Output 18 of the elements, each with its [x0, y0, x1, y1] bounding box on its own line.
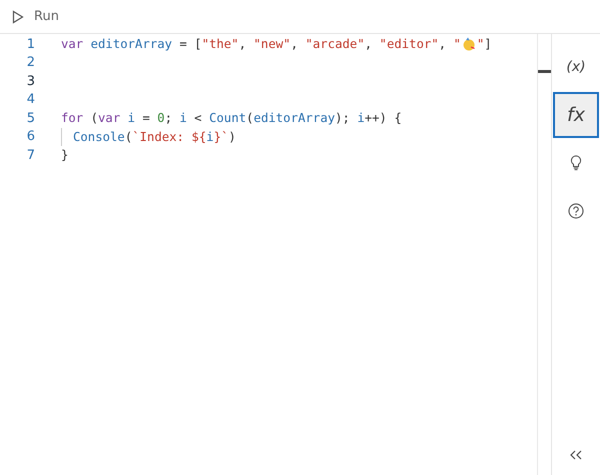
- code-line: for (var i = 0; i < Count(editorArray); i++) {: [61, 111, 402, 126]
- line-number: 6: [26, 129, 36, 144]
- code-line: }: [61, 148, 68, 162]
- run-button[interactable]: Run: [10, 7, 61, 26]
- line-number: 4: [26, 92, 36, 108]
- double-chevron-left-icon: [570, 450, 582, 460]
- play-icon: [12, 10, 24, 24]
- line-number: 3: [26, 74, 36, 89]
- line-number: 5: [26, 110, 36, 126]
- functions-button[interactable]: fx: [553, 92, 599, 138]
- lightbulb-icon: [570, 155, 582, 171]
- line-number: 2: [26, 55, 36, 70]
- code-line: Console(`Index: ${i}`): [61, 128, 236, 146]
- variables-button[interactable]: (x): [553, 44, 599, 90]
- code-line: var editorArray = ["the", "new", "arcade", "editor", " "]: [61, 37, 492, 52]
- line-number: 7: [26, 148, 36, 163]
- line-number: 1: [26, 36, 36, 52]
- help-icon: [568, 203, 584, 219]
